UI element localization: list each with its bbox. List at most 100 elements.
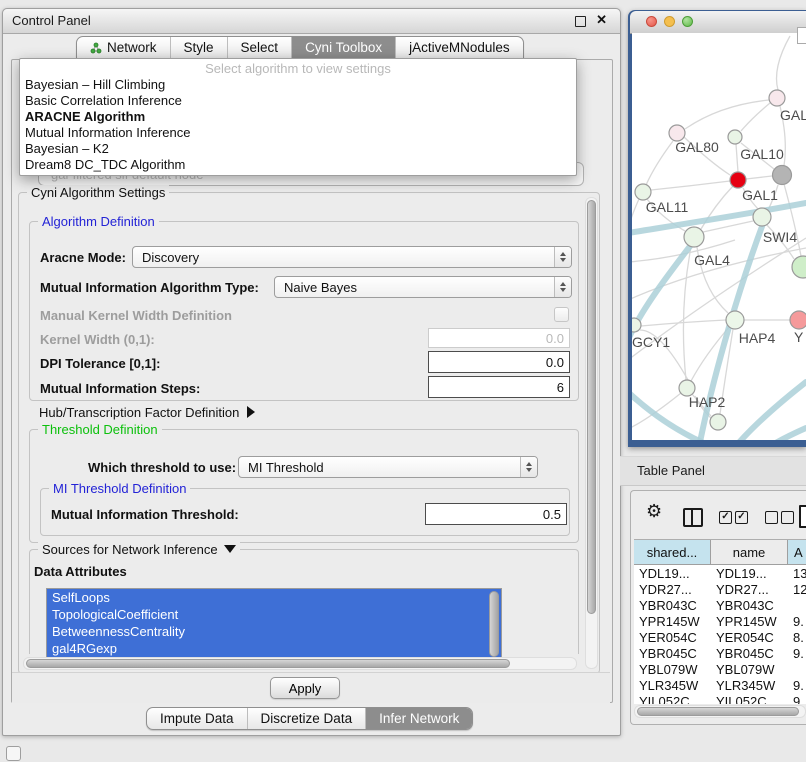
tab-network[interactable]: Network — [77, 37, 170, 59]
network-node-hap4[interactable] — [726, 311, 744, 329]
mi-threshold-input[interactable] — [425, 503, 567, 525]
network-node[interactable] — [773, 166, 792, 185]
table-cell: 8. — [793, 630, 806, 646]
algorithm-option-basic-correlation-inference[interactable]: Basic Correlation Inference — [20, 93, 576, 109]
table-row[interactable]: YBL079WYBL079W — [634, 662, 806, 678]
table-horizontal-scrollbar[interactable] — [634, 705, 806, 718]
algorithm-option-dream8-dc-tdc-algorithm[interactable]: Dream8 DC_TDC Algorithm — [20, 157, 576, 173]
table-row[interactable]: YDL19...YDL19...13 — [634, 566, 806, 582]
control-panel-titlebar[interactable]: Control Panel ✕ — [3, 9, 620, 34]
table-cell: YBR043C — [716, 598, 785, 614]
checked-checkbox-icon[interactable]: ✓ — [735, 511, 748, 524]
network-edge — [741, 103, 770, 131]
data-attributes-list[interactable]: SelfLoopsTopologicalCoefficientBetweenne… — [46, 588, 502, 660]
sources-toggle[interactable]: Sources for Network Inference — [38, 542, 240, 557]
algorithm-option-bayesian-k2[interactable]: Bayesian – K2 — [20, 141, 576, 157]
combo-stepper-icon[interactable] — [554, 247, 571, 267]
tab-jactivemnodules[interactable]: jActiveMNodules — [395, 37, 523, 59]
table-cell: YBL079W — [716, 662, 785, 678]
table-cell: YDL19... — [639, 566, 708, 582]
column-header-shared[interactable]: shared... — [634, 540, 711, 565]
attribute-item-gal4rgexp[interactable]: gal4RGexp — [47, 640, 501, 657]
attribute-item-topologicalcoefficient[interactable]: TopologicalCoefficient — [47, 606, 501, 623]
table-row[interactable]: YBR043CYBR043C — [634, 598, 806, 614]
network-edge — [683, 247, 691, 380]
network-node-y[interactable] — [790, 311, 806, 329]
kernel-width-label: Kernel Width (0,1): — [40, 332, 155, 347]
table-cell: YDR27... — [639, 582, 708, 598]
which-threshold-select[interactable]: MI Threshold — [238, 456, 538, 478]
unchecked-checkbox-icon[interactable] — [781, 511, 794, 524]
table-row[interactable]: YIL052CYIL052C9 — [634, 694, 806, 704]
node-label: GAL — [780, 107, 806, 123]
network-node[interactable] — [753, 208, 771, 226]
checked-checkbox-icon[interactable]: ✓ — [719, 511, 732, 524]
algorithm-option-mutual-information-inference[interactable]: Mutual Information Inference — [20, 125, 576, 141]
attribute-item-selfloops[interactable]: SelfLoops — [47, 589, 501, 606]
column-header-a[interactable]: A — [788, 540, 806, 565]
minimized-panel-icon[interactable] — [6, 746, 21, 761]
table-row[interactable]: YDR27...YDR27...12 — [634, 582, 806, 598]
settings-vertical-scrollbar[interactable] — [585, 197, 598, 669]
mi-algorithm-type-select[interactable]: Naive Bayes — [274, 276, 572, 298]
column-header-name[interactable]: name — [711, 540, 788, 565]
close-icon[interactable]: ✕ — [596, 12, 607, 28]
combo-stepper-icon[interactable] — [554, 277, 571, 297]
network-node[interactable] — [710, 414, 726, 430]
sources-group: Sources for Network Inference Data Attri… — [29, 549, 579, 654]
table-panel-titlebar[interactable]: Table Panel — [620, 456, 806, 486]
unchecked-checkbox-icon[interactable] — [765, 511, 778, 524]
minimize-traffic-light-icon[interactable] — [664, 16, 675, 27]
mi-steps-input[interactable] — [428, 376, 570, 398]
table-cell: 9. — [793, 646, 806, 662]
which-threshold-label: Which threshold to use: — [88, 460, 236, 475]
network-canvas[interactable]: GALGAL80GAL10GAL1GAL11SWI4GAL4GCY1HAP4YH… — [632, 33, 806, 440]
network-edge — [736, 144, 738, 172]
close-traffic-light-icon[interactable] — [646, 16, 657, 27]
hub-section-toggle[interactable]: Hub/Transcription Factor Definition — [39, 405, 255, 420]
network-edge — [746, 176, 772, 179]
node-label: GAL11 — [646, 199, 689, 215]
tab-infer-network[interactable]: Infer Network — [365, 708, 472, 729]
mi-threshold-definition-group: MI Threshold Definition Mutual Informati… — [40, 488, 570, 536]
node-label: HAP2 — [689, 394, 726, 410]
apply-button[interactable]: Apply — [270, 677, 340, 699]
list-scrollbar[interactable] — [489, 591, 499, 657]
float-window-icon[interactable] — [575, 16, 586, 27]
attribute-item-betweennesscentrality[interactable]: BetweennessCentrality — [47, 623, 501, 640]
table-row[interactable]: YER054CYER054C8. — [634, 630, 806, 646]
tab-cyni-toolbox[interactable]: Cyni Toolbox — [291, 37, 395, 59]
export-table-icon[interactable] — [799, 505, 806, 528]
tab-discretize-data[interactable]: Discretize Data — [247, 708, 366, 729]
node-label: SWI4 — [763, 229, 797, 245]
network-node-gal10[interactable] — [728, 130, 742, 144]
combo-stepper-icon[interactable] — [520, 457, 537, 477]
tab-style[interactable]: Style — [170, 37, 227, 59]
algorithm-option-aracne-algorithm[interactable]: ARACNE Algorithm — [20, 109, 576, 125]
manual-kernel-width-checkbox[interactable] — [554, 307, 569, 322]
network-node-swi4[interactable] — [792, 256, 806, 278]
network-node-gal11[interactable] — [635, 184, 651, 200]
settings-gear-icon[interactable]: ⚙ — [646, 501, 662, 522]
table-row[interactable]: YLR345WYLR345W9. — [634, 678, 806, 694]
network-node-gal[interactable] — [769, 90, 785, 106]
collapsed-arrow-icon — [247, 406, 255, 418]
network-node-gal1[interactable] — [730, 172, 746, 188]
node-label: Y — [794, 329, 804, 345]
table-row[interactable]: YBR045CYBR045C9. — [634, 646, 806, 662]
network-node-gal4[interactable] — [684, 227, 704, 247]
kernel-width-input[interactable] — [428, 328, 570, 348]
column-layout-icon[interactable] — [683, 508, 703, 527]
network-window-titlebar[interactable] — [630, 11, 806, 34]
tab-select[interactable]: Select — [227, 37, 292, 59]
window-title: Control Panel — [12, 13, 91, 28]
zoom-traffic-light-icon[interactable] — [682, 16, 693, 27]
network-node-gcy1[interactable] — [632, 318, 641, 332]
algorithm-option-bayesian-hill-climbing[interactable]: Bayesian – Hill Climbing — [20, 77, 576, 93]
aracne-mode-select[interactable]: Discovery — [132, 246, 572, 268]
settings-horizontal-scrollbar[interactable] — [23, 657, 577, 670]
table-cell: YBR045C — [716, 646, 785, 662]
dpi-tolerance-input[interactable] — [428, 351, 570, 373]
tab-impute-data[interactable]: Impute Data — [147, 708, 247, 729]
table-row[interactable]: YPR145WYPR145W9. — [634, 614, 806, 630]
